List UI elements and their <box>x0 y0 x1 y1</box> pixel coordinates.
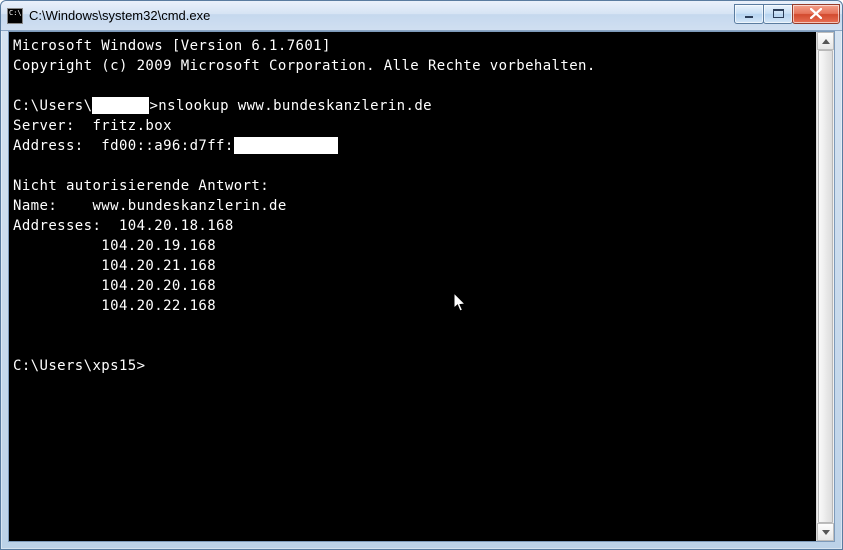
console-line: Copyright (c) 2009 Microsoft Corporation… <box>13 56 812 76</box>
console-line: Address: fd00::a96:d7ff: <box>13 136 812 156</box>
console-output[interactable]: Microsoft Windows [Version 6.1.7601]Copy… <box>9 32 816 541</box>
scroll-up-button[interactable] <box>817 32 834 50</box>
redacted-block <box>92 97 149 114</box>
chevron-up-icon <box>822 39 830 44</box>
cmd-window: C:\Windows\system32\cmd.exe Microsoft Wi… <box>0 0 843 550</box>
console-line: Name: www.bundeskanzlerin.de <box>13 196 812 216</box>
close-icon <box>810 8 822 19</box>
console-line: 104.20.20.168 <box>13 276 812 296</box>
console-line <box>13 336 812 356</box>
vertical-scrollbar[interactable] <box>816 32 834 541</box>
console-line: Microsoft Windows [Version 6.1.7601] <box>13 36 812 56</box>
maximize-icon <box>773 9 784 18</box>
console-line: 104.20.22.168 <box>13 296 812 316</box>
window-buttons <box>735 4 840 24</box>
scroll-track[interactable] <box>817 50 834 523</box>
console-line: C:\Users\ >nslookup www.bundeskanzlerin.d… <box>13 96 812 116</box>
redacted-block <box>234 137 338 154</box>
titlebar[interactable]: C:\Windows\system32\cmd.exe <box>1 1 842 31</box>
console-text: >nslookup www.bundeskanzlerin.de <box>149 98 432 114</box>
console-line: 104.20.19.168 <box>13 236 812 256</box>
console-line: Addresses: 104.20.18.168 <box>13 216 812 236</box>
close-button[interactable] <box>792 4 840 24</box>
console-line <box>13 156 812 176</box>
scroll-down-button[interactable] <box>817 523 834 541</box>
console-text: C:\Users\ <box>13 98 92 114</box>
minimize-icon <box>744 9 754 19</box>
console-line: Nicht autorisierende Antwort: <box>13 176 812 196</box>
window-title: C:\Windows\system32\cmd.exe <box>29 8 735 23</box>
console-line: Server: fritz.box <box>13 116 812 136</box>
console-line <box>13 316 812 336</box>
client-area: Microsoft Windows [Version 6.1.7601]Copy… <box>8 31 835 542</box>
minimize-button[interactable] <box>734 4 764 24</box>
console-text: Address: fd00::a96:d7ff: <box>13 138 234 154</box>
console-line: 104.20.21.168 <box>13 256 812 276</box>
scroll-thumb[interactable] <box>818 50 833 523</box>
maximize-button[interactable] <box>763 4 793 24</box>
console-line: C:\Users\xps15> <box>13 356 812 376</box>
chevron-down-icon <box>822 530 830 535</box>
console-line <box>13 76 812 96</box>
cmd-icon <box>7 8 23 24</box>
